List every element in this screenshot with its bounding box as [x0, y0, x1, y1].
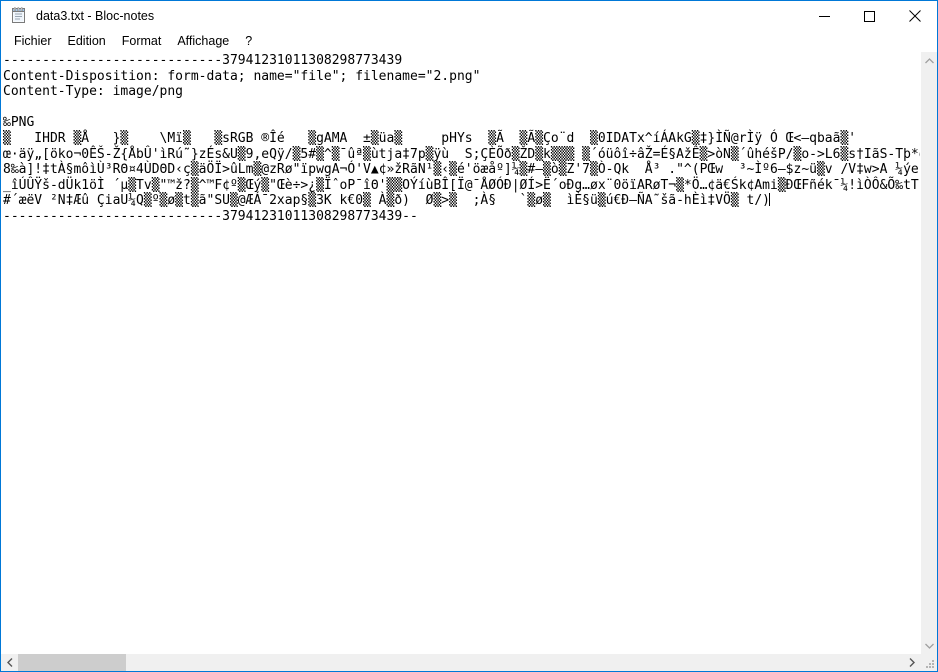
- menu-item-fichier[interactable]: Fichier: [6, 31, 60, 52]
- resize-grip-corner[interactable]: [920, 654, 937, 671]
- menu-item-affichage[interactable]: Affichage: [169, 31, 237, 52]
- notepad-window: data3.txt - Bloc-notes Fichier Edition F…: [0, 0, 938, 672]
- caption-buttons: [802, 1, 937, 31]
- text-editor[interactable]: ----------------------------379412310113…: [1, 52, 920, 654]
- close-button[interactable]: [892, 1, 937, 31]
- scroll-left-button[interactable]: [1, 654, 18, 671]
- resize-grip-icon: [926, 660, 935, 669]
- minimize-button[interactable]: [802, 1, 847, 31]
- title-bar-left: data3.txt - Bloc-notes: [1, 1, 154, 31]
- text-caret: [769, 193, 770, 206]
- menu-item-aide[interactable]: ?: [237, 31, 260, 52]
- notepad-icon: [10, 7, 28, 25]
- horizontal-scroll-thumb[interactable]: [18, 654, 126, 671]
- window-title: data3.txt - Bloc-notes: [36, 1, 154, 31]
- maximize-button[interactable]: [847, 1, 892, 31]
- document-text: ----------------------------379412310113…: [3, 53, 920, 225]
- client-area: ----------------------------379412310113…: [1, 52, 937, 671]
- title-bar[interactable]: data3.txt - Bloc-notes: [1, 1, 937, 31]
- horizontal-scroll-track[interactable]: [18, 654, 903, 671]
- menu-item-format[interactable]: Format: [114, 31, 170, 52]
- scroll-right-button[interactable]: [903, 654, 920, 671]
- scroll-up-button[interactable]: [921, 52, 937, 69]
- vertical-scrollbar[interactable]: [920, 52, 937, 654]
- scroll-down-button[interactable]: [921, 637, 937, 654]
- vertical-scroll-track[interactable]: [921, 69, 937, 637]
- horizontal-scrollbar[interactable]: [1, 654, 937, 671]
- menu-bar: Fichier Edition Format Affichage ?: [1, 31, 937, 52]
- editor-row: ----------------------------379412310113…: [1, 52, 937, 654]
- menu-item-edition[interactable]: Edition: [60, 31, 114, 52]
